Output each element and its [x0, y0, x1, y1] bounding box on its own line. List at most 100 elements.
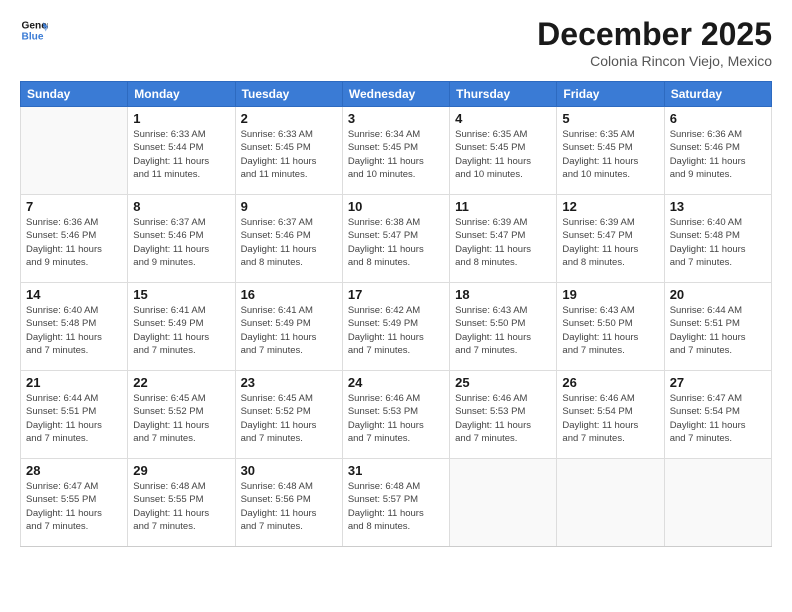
day-number: 24 [348, 375, 444, 390]
svg-text:Blue: Blue [22, 31, 44, 42]
day-number: 16 [241, 287, 337, 302]
table-row: 26 Sunrise: 6:46 AM Sunset: 5:54 PM Dayli… [557, 371, 664, 459]
table-row: 28 Sunrise: 6:47 AM Sunset: 5:55 PM Dayli… [21, 459, 128, 547]
table-row: 17 Sunrise: 6:42 AM Sunset: 5:49 PM Dayli… [342, 283, 449, 371]
table-row [21, 107, 128, 195]
day-info: Sunrise: 6:43 AM Sunset: 5:50 PM Dayligh… [562, 304, 658, 357]
col-wednesday: Wednesday [342, 82, 449, 107]
day-number: 1 [133, 111, 229, 126]
day-info: Sunrise: 6:46 AM Sunset: 5:53 PM Dayligh… [348, 392, 444, 445]
table-row: 29 Sunrise: 6:48 AM Sunset: 5:55 PM Dayli… [128, 459, 235, 547]
table-row: 6 Sunrise: 6:36 AM Sunset: 5:46 PM Daylig… [664, 107, 771, 195]
day-number: 10 [348, 199, 444, 214]
day-info: Sunrise: 6:48 AM Sunset: 5:56 PM Dayligh… [241, 480, 337, 533]
day-number: 4 [455, 111, 551, 126]
day-number: 25 [455, 375, 551, 390]
day-number: 30 [241, 463, 337, 478]
day-number: 18 [455, 287, 551, 302]
table-row: 5 Sunrise: 6:35 AM Sunset: 5:45 PM Daylig… [557, 107, 664, 195]
day-info: Sunrise: 6:37 AM Sunset: 5:46 PM Dayligh… [241, 216, 337, 269]
table-row: 25Sunrise: 6:46 AM Sunset: 5:53 PM Dayli… [450, 371, 557, 459]
month-title: December 2025 [537, 16, 772, 53]
table-row [450, 459, 557, 547]
col-friday: Friday [557, 82, 664, 107]
day-number: 2 [241, 111, 337, 126]
col-tuesday: Tuesday [235, 82, 342, 107]
day-number: 19 [562, 287, 658, 302]
day-info: Sunrise: 6:44 AM Sunset: 5:51 PM Dayligh… [670, 304, 766, 357]
day-number: 11 [455, 199, 551, 214]
day-number: 17 [348, 287, 444, 302]
day-number: 28 [26, 463, 122, 478]
table-row: 21 Sunrise: 6:44 AM Sunset: 5:51 PM Dayli… [21, 371, 128, 459]
calendar: Sunday Monday Tuesday Wednesday Thursday… [20, 81, 772, 547]
table-row: 7 Sunrise: 6:36 AM Sunset: 5:46 PM Daylig… [21, 195, 128, 283]
table-row: 27 Sunrise: 6:47 AM Sunset: 5:54 PM Dayli… [664, 371, 771, 459]
table-row: 14 Sunrise: 6:40 AM Sunset: 5:48 PM Dayli… [21, 283, 128, 371]
table-row: 20 Sunrise: 6:44 AM Sunset: 5:51 PM Dayli… [664, 283, 771, 371]
logo-icon: General Blue [20, 16, 48, 44]
table-row: 30 Sunrise: 6:48 AM Sunset: 5:56 PM Dayli… [235, 459, 342, 547]
day-number: 3 [348, 111, 444, 126]
day-info: Sunrise: 6:43 AM Sunset: 5:50 PM Dayligh… [455, 304, 551, 357]
day-info: Sunrise: 6:45 AM Sunset: 5:52 PM Dayligh… [241, 392, 337, 445]
col-saturday: Saturday [664, 82, 771, 107]
location: Colonia Rincon Viejo, Mexico [537, 53, 772, 69]
day-info: Sunrise: 6:47 AM Sunset: 5:55 PM Dayligh… [26, 480, 122, 533]
day-info: Sunrise: 6:41 AM Sunset: 5:49 PM Dayligh… [133, 304, 229, 357]
day-info: Sunrise: 6:48 AM Sunset: 5:55 PM Dayligh… [133, 480, 229, 533]
day-number: 5 [562, 111, 658, 126]
table-row: 31Sunrise: 6:48 AM Sunset: 5:57 PM Dayli… [342, 459, 449, 547]
day-number: 26 [562, 375, 658, 390]
day-info: Sunrise: 6:46 AM Sunset: 5:54 PM Dayligh… [562, 392, 658, 445]
table-row: 16Sunrise: 6:41 AM Sunset: 5:49 PM Dayli… [235, 283, 342, 371]
table-row: 4 Sunrise: 6:35 AM Sunset: 5:45 PM Daylig… [450, 107, 557, 195]
day-info: Sunrise: 6:35 AM Sunset: 5:45 PM Dayligh… [562, 128, 658, 181]
day-info: Sunrise: 6:39 AM Sunset: 5:47 PM Dayligh… [455, 216, 551, 269]
day-info: Sunrise: 6:44 AM Sunset: 5:51 PM Dayligh… [26, 392, 122, 445]
title-block: December 2025 Colonia Rincon Viejo, Mexi… [537, 16, 772, 69]
table-row: 22 Sunrise: 6:45 AM Sunset: 5:52 PM Dayli… [128, 371, 235, 459]
day-info: Sunrise: 6:39 AM Sunset: 5:47 PM Dayligh… [562, 216, 658, 269]
day-number: 13 [670, 199, 766, 214]
day-info: Sunrise: 6:36 AM Sunset: 5:46 PM Dayligh… [26, 216, 122, 269]
col-monday: Monday [128, 82, 235, 107]
day-info: Sunrise: 6:36 AM Sunset: 5:46 PM Dayligh… [670, 128, 766, 181]
header-row: Sunday Monday Tuesday Wednesday Thursday… [21, 82, 772, 107]
col-thursday: Thursday [450, 82, 557, 107]
day-number: 23 [241, 375, 337, 390]
day-info: Sunrise: 6:37 AM Sunset: 5:46 PM Dayligh… [133, 216, 229, 269]
day-info: Sunrise: 6:40 AM Sunset: 5:48 PM Dayligh… [26, 304, 122, 357]
day-number: 27 [670, 375, 766, 390]
table-row: 1 Sunrise: 6:33 AM Sunset: 5:44 PM Daylig… [128, 107, 235, 195]
day-number: 22 [133, 375, 229, 390]
day-info: Sunrise: 6:40 AM Sunset: 5:48 PM Dayligh… [670, 216, 766, 269]
day-number: 20 [670, 287, 766, 302]
table-row: 19 Sunrise: 6:43 AM Sunset: 5:50 PM Dayli… [557, 283, 664, 371]
day-number: 9 [241, 199, 337, 214]
table-row: 3Sunrise: 6:34 AM Sunset: 5:45 PM Daylig… [342, 107, 449, 195]
day-info: Sunrise: 6:42 AM Sunset: 5:49 PM Dayligh… [348, 304, 444, 357]
table-row: 11 Sunrise: 6:39 AM Sunset: 5:47 PM Dayli… [450, 195, 557, 283]
day-number: 7 [26, 199, 122, 214]
table-row: 2 Sunrise: 6:33 AM Sunset: 5:45 PM Daylig… [235, 107, 342, 195]
day-info: Sunrise: 6:33 AM Sunset: 5:45 PM Dayligh… [241, 128, 337, 181]
table-row: 23 Sunrise: 6:45 AM Sunset: 5:52 PM Dayli… [235, 371, 342, 459]
header: General Blue December 2025 Colonia Rinco… [20, 16, 772, 69]
day-number: 15 [133, 287, 229, 302]
day-info: Sunrise: 6:38 AM Sunset: 5:47 PM Dayligh… [348, 216, 444, 269]
day-number: 14 [26, 287, 122, 302]
day-number: 29 [133, 463, 229, 478]
day-info: Sunrise: 6:33 AM Sunset: 5:44 PM Dayligh… [133, 128, 229, 181]
day-info: Sunrise: 6:47 AM Sunset: 5:54 PM Dayligh… [670, 392, 766, 445]
day-info: Sunrise: 6:45 AM Sunset: 5:52 PM Dayligh… [133, 392, 229, 445]
day-number: 6 [670, 111, 766, 126]
day-number: 21 [26, 375, 122, 390]
table-row [664, 459, 771, 547]
table-row: 24 Sunrise: 6:46 AM Sunset: 5:53 PM Dayli… [342, 371, 449, 459]
day-number: 8 [133, 199, 229, 214]
col-sunday: Sunday [21, 82, 128, 107]
table-row: 18 Sunrise: 6:43 AM Sunset: 5:50 PM Dayli… [450, 283, 557, 371]
day-info: Sunrise: 6:35 AM Sunset: 5:45 PM Dayligh… [455, 128, 551, 181]
table-row: 13 Sunrise: 6:40 AM Sunset: 5:48 PM Dayli… [664, 195, 771, 283]
